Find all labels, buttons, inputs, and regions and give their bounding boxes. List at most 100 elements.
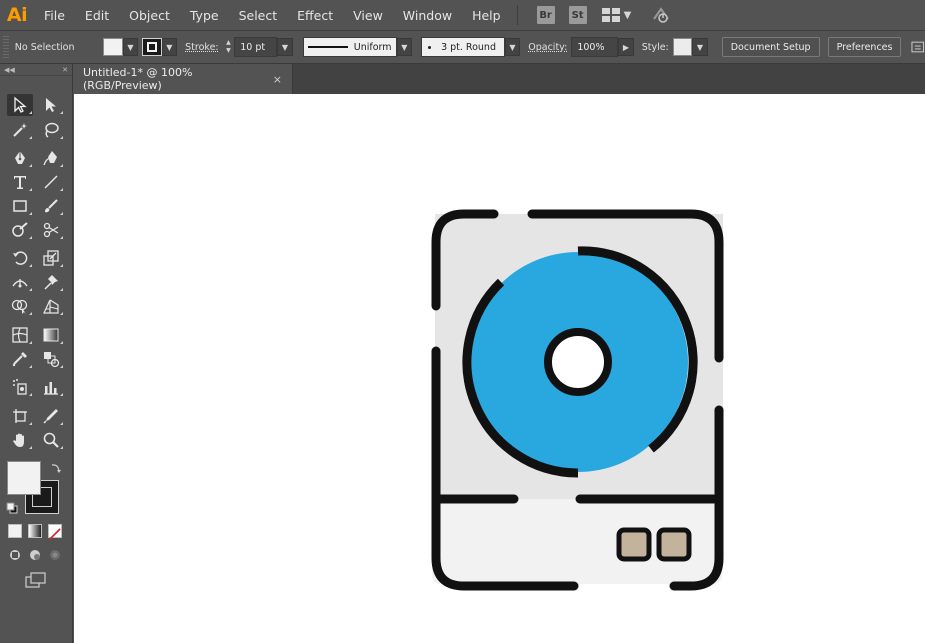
control-bar-grip[interactable] (3, 36, 9, 58)
selection-tool[interactable] (7, 94, 33, 116)
lasso-tool[interactable] (38, 119, 64, 141)
opacity-dropdown[interactable]: ▶ (618, 38, 634, 56)
magic-wand-tool[interactable] (7, 119, 33, 141)
stroke-weight-stepper[interactable]: ▲ ▼ (223, 37, 235, 57)
collapse-panel-icon[interactable]: ◀◀ (4, 66, 15, 74)
zoom-tool[interactable] (38, 429, 64, 451)
bridge-button[interactable]: Br (536, 6, 555, 24)
selection-arrow-icon (14, 96, 27, 113)
mesh-tool[interactable] (7, 324, 33, 346)
stroke-weight-field[interactable]: 10 pt (234, 37, 278, 57)
curvature-pen-icon (43, 151, 57, 166)
preferences-button[interactable]: Preferences (827, 37, 902, 57)
column-graph-tool[interactable] (38, 376, 64, 398)
scissors-tool[interactable] (38, 219, 64, 241)
column-graph-icon (44, 382, 58, 395)
stroke-profile-label: Uniform (353, 41, 392, 53)
puppet-warp-tool[interactable] (38, 271, 64, 293)
draw-normal-icon[interactable] (8, 548, 22, 562)
paintbrush-tool[interactable] (38, 195, 64, 217)
opacity-field[interactable]: 100% (571, 37, 619, 57)
zoom-magnifier-icon (43, 432, 59, 448)
direct-selection-tool[interactable] (38, 94, 64, 116)
width-tool[interactable] (7, 271, 33, 293)
gradient-icon (43, 328, 59, 342)
stroke-profile-field[interactable]: Uniform (302, 37, 397, 57)
style-dropdown[interactable]: ▼ (692, 38, 708, 56)
scale-tool[interactable] (38, 247, 64, 269)
opacity-label[interactable]: Opacity: (528, 42, 567, 53)
mesh-icon (12, 327, 28, 343)
pen-tool[interactable] (7, 147, 33, 169)
menu-help[interactable]: Help (462, 0, 511, 30)
screen-mode-icon[interactable] (25, 572, 47, 588)
workspace-layout-icon[interactable] (601, 8, 620, 22)
device-button-left[interactable] (616, 527, 652, 562)
menu-view[interactable]: View (343, 0, 393, 30)
menu-select[interactable]: Select (229, 0, 288, 30)
default-fill-stroke-icon[interactable] (6, 502, 18, 514)
hand-icon (13, 433, 24, 447)
blend-tool[interactable] (38, 348, 64, 370)
artboard-canvas[interactable] (74, 94, 925, 643)
none-mode-button[interactable] (48, 524, 62, 540)
none-slash-icon (49, 528, 61, 540)
draw-behind-icon[interactable] (28, 548, 42, 562)
menu-window[interactable]: Window (393, 0, 462, 30)
rotate-tool[interactable] (7, 247, 33, 269)
menu-effect[interactable]: Effect (287, 0, 343, 30)
symbol-sprayer-icon (13, 379, 27, 395)
rotate-icon (13, 251, 28, 265)
slice-tool[interactable] (38, 405, 64, 427)
menu-bar: Ai File Edit Object Type Select Effect V… (0, 0, 925, 30)
selection-status: No Selection (14, 41, 75, 53)
brush-definition-field[interactable]: 3 pt. Round (421, 37, 505, 57)
stroke-color-dropdown[interactable]: ▼ (161, 38, 178, 56)
gradient-tool[interactable] (38, 324, 64, 346)
disc-center-hole[interactable] (544, 328, 612, 396)
rectangle-tool[interactable] (7, 195, 33, 217)
document-setup-button[interactable]: Document Setup (721, 37, 820, 57)
hand-tool[interactable] (7, 429, 33, 451)
draw-inside-icon[interactable] (48, 548, 62, 562)
stroke-label[interactable]: Stroke: (185, 42, 218, 53)
gradient-mode-button[interactable] (28, 524, 42, 538)
symbol-sprayer-tool[interactable] (7, 376, 33, 398)
eyedropper-tool[interactable] (7, 348, 33, 370)
perspective-grid-tool[interactable] (38, 295, 64, 317)
line-segment-tool[interactable] (38, 171, 64, 193)
close-icon[interactable]: × (273, 73, 282, 86)
stroke-weight-dropdown[interactable]: ▼ (277, 38, 293, 56)
scissors-icon (43, 222, 59, 238)
artboard-tool[interactable] (7, 405, 33, 427)
type-t-icon (14, 176, 26, 189)
panel-menu-icon[interactable] (911, 40, 925, 54)
stroke-color-swatch[interactable] (142, 38, 162, 56)
brush-dropdown[interactable]: ▼ (504, 38, 521, 56)
stock-button[interactable]: St (568, 6, 587, 24)
color-mode-button[interactable] (8, 524, 22, 538)
fill-dropdown[interactable]: ▼ (122, 38, 139, 56)
curvature-tool[interactable] (38, 147, 64, 169)
type-tool[interactable] (7, 171, 33, 193)
document-tab[interactable]: Untitled-1* @ 100% (RGB/Preview) × (73, 64, 293, 94)
stroke-profile-dropdown[interactable]: ▼ (396, 38, 413, 56)
close-panel-icon[interactable]: ✕ (62, 66, 68, 74)
rectangle-icon (13, 200, 27, 212)
menu-file[interactable]: File (34, 0, 75, 30)
tools-panel-header[interactable]: ◀◀ ✕ (0, 64, 72, 76)
menu-object[interactable]: Object (119, 0, 180, 30)
shaper-tool[interactable] (7, 219, 33, 241)
graphic-style-swatch[interactable] (672, 38, 693, 56)
device-button-right[interactable] (656, 527, 692, 562)
eyedropper-icon (12, 352, 27, 367)
gpu-performance-icon[interactable] (651, 5, 671, 25)
fill-color-swatch[interactable] (103, 38, 123, 56)
shape-builder-tool[interactable] (7, 295, 33, 317)
menu-type[interactable]: Type (180, 0, 229, 30)
chevron-down-icon[interactable]: ▼ (624, 10, 632, 21)
menu-edit[interactable]: Edit (75, 0, 119, 30)
lasso-icon (45, 122, 59, 138)
swap-fill-stroke-icon[interactable] (50, 462, 62, 474)
fill-swatch[interactable] (7, 461, 41, 495)
